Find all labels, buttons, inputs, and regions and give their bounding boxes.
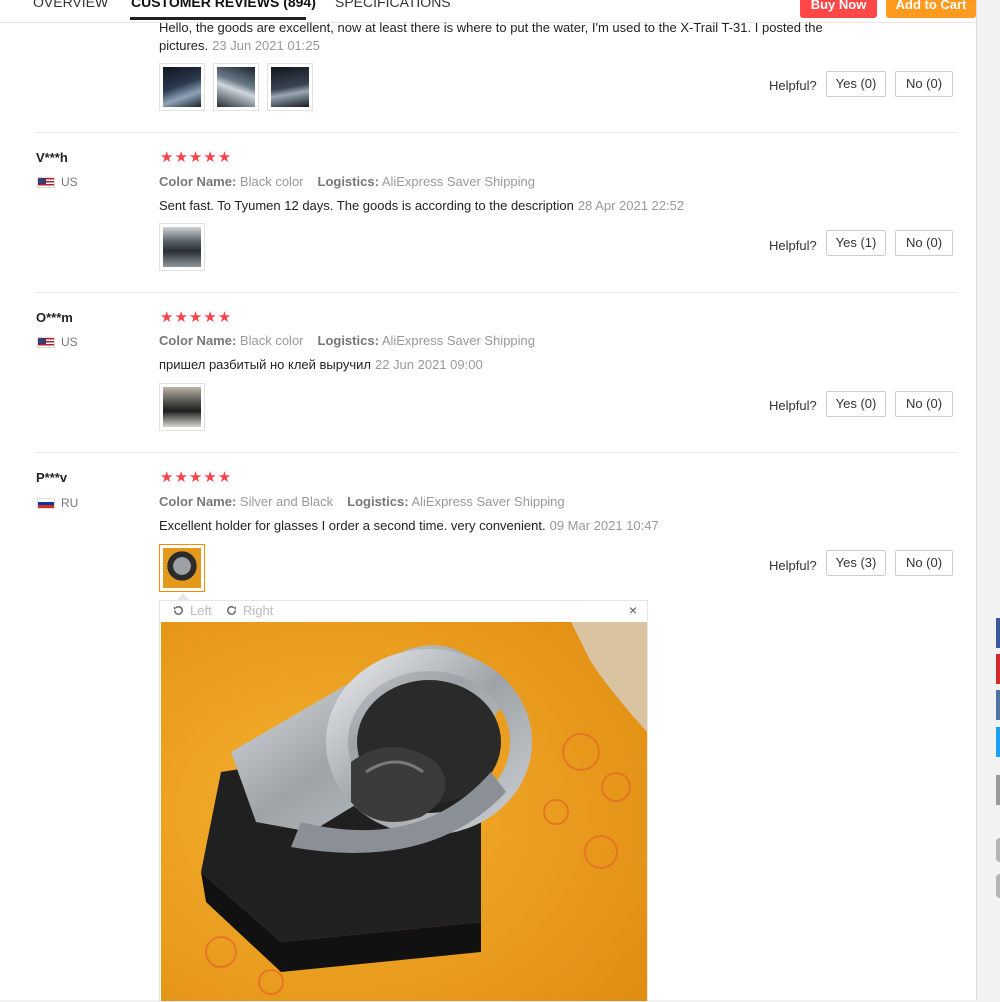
reviewer-name: V***h [36, 150, 68, 165]
rotate-left-icon [173, 606, 183, 615]
rotate-right-icon [227, 606, 237, 615]
us-flag-icon [37, 176, 55, 188]
review-photo-large [161, 622, 647, 1001]
helpful-yes-button[interactable]: Yes (1) [826, 230, 886, 256]
review-photo-thumbnail[interactable] [159, 63, 205, 111]
scroll-up-icon[interactable] [996, 838, 1000, 862]
helpful-label: Helpful? [769, 398, 817, 413]
review-text-continued: pictures. 23 Jun 2021 01:25 [159, 38, 320, 53]
us-flag-icon [37, 336, 55, 348]
rotate-right-button[interactable]: Right [225, 603, 273, 618]
facebook-share-icon[interactable] [996, 618, 1000, 648]
reviewer-country: US [37, 335, 78, 349]
twitter-share-icon[interactable] [996, 727, 1000, 757]
viewer-toolbar: Left Right × [160, 601, 647, 622]
reviewer-name: P***v [36, 470, 68, 485]
tab-specifications[interactable]: SPECIFICATIONS [335, 0, 451, 10]
pinterest-share-icon[interactable] [996, 654, 1000, 684]
review-text: Hello, the goods are excellent, now at l… [159, 20, 823, 35]
review-photo-thumbnail-selected[interactable] [159, 544, 205, 592]
helpful-no-button[interactable]: No (0) [895, 550, 953, 576]
review-photo-thumbnail[interactable] [267, 63, 313, 111]
add-to-cart-button[interactable]: Add to Cart [886, 0, 976, 18]
helpful-yes-button[interactable]: Yes (3) [826, 550, 886, 576]
vk-share-icon[interactable] [996, 690, 1000, 720]
buy-now-button[interactable]: Buy Now [800, 0, 877, 18]
helpful-yes-button[interactable]: Yes (0) [826, 391, 886, 417]
tab-customer-reviews[interactable]: CUSTOMER REVIEWS (894) [131, 0, 316, 10]
ru-flag-icon [37, 497, 55, 509]
review-attributes: Color Name: Black color Logistics: AliExp… [159, 333, 536, 348]
helpful-yes-button[interactable]: Yes (0) [826, 71, 886, 97]
photo-viewer: Left Right × [159, 600, 648, 1002]
review-text: пришел разбитый но клей выручил 22 Jun 20… [159, 357, 483, 372]
helpful-label: Helpful? [769, 78, 817, 93]
reviewer-name: O***m [36, 310, 73, 325]
divider [36, 452, 957, 453]
helpful-no-button[interactable]: No (0) [895, 391, 953, 417]
close-icon[interactable]: × [629, 602, 637, 618]
review-date: 22 Jun 2021 09:00 [374, 357, 483, 372]
divider [36, 132, 957, 133]
viewer-pointer [177, 593, 189, 600]
review-date: 28 Apr 2021 22:52 [577, 198, 685, 213]
star-rating: ★★★★★ [160, 469, 233, 486]
star-rating: ★★★★★ [160, 149, 233, 166]
review-photo-thumbnail[interactable] [159, 383, 205, 431]
divider [36, 292, 957, 293]
star-rating: ★★★★★ [160, 309, 233, 326]
tab-overview[interactable]: OVERVIEW [33, 0, 108, 10]
helpful-no-button[interactable]: No (0) [895, 71, 953, 97]
helpful-no-button[interactable]: No (0) [895, 230, 953, 256]
helpful-label: Helpful? [769, 558, 817, 573]
share-icon[interactable] [996, 775, 1000, 805]
review-photo-thumbnail[interactable] [213, 63, 259, 111]
review-attributes: Color Name: Black color Logistics: AliExp… [159, 174, 536, 189]
review-text: Excellent holder for glasses I order a s… [159, 518, 659, 533]
scroll-down-icon[interactable] [996, 874, 1000, 898]
helpful-label: Helpful? [769, 238, 817, 253]
cup-holder-photo [161, 622, 647, 1001]
reviews-panel: OVERVIEW CUSTOMER REVIEWS (894) SPECIFIC… [0, 0, 977, 1002]
reviewer-country: US [37, 175, 78, 189]
reviewer-country: RU [37, 496, 78, 510]
review-date: 09 Mar 2021 10:47 [549, 518, 659, 533]
review-photo-thumbnail[interactable] [159, 223, 205, 271]
review-attributes: Color Name: Silver and Black Logistics: A… [159, 494, 565, 509]
review-date: 23 Jun 2021 01:25 [212, 38, 320, 53]
review-text: Sent fast. To Tyumen 12 days. The goods … [159, 198, 685, 213]
rotate-left-button[interactable]: Left [172, 603, 212, 618]
